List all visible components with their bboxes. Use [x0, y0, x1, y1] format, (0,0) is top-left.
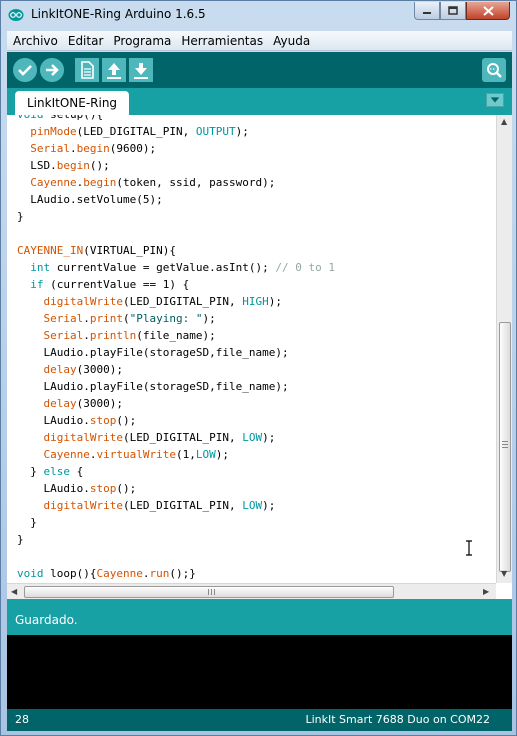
tab-menu-dropdown-icon[interactable] — [486, 93, 504, 107]
code-line[interactable]: Serial.print("Playing: "); — [17, 310, 335, 327]
scroll-left-icon[interactable]: ◀ — [11, 587, 17, 596]
toolbar — [7, 52, 512, 88]
code-line[interactable]: LAudio.stop(); — [17, 412, 335, 429]
scroll-up-icon[interactable]: ▲ — [501, 117, 507, 126]
minimize-button[interactable] — [414, 2, 440, 20]
code-line[interactable]: LAudio.playFile(storageSD,file_name); — [17, 344, 335, 361]
open-icon[interactable] — [102, 58, 126, 82]
close-button[interactable] — [466, 2, 510, 20]
code-line[interactable]: digitalWrite(LED_DIGITAL_PIN, LOW); — [17, 429, 335, 446]
footer-bar: 28 LinkIt Smart 7688 Duo on COM22 — [7, 709, 512, 731]
code-line[interactable]: void loop(){Cayenne.run();} — [17, 565, 335, 582]
code-line[interactable] — [17, 548, 335, 565]
vertical-scrollbar[interactable]: ▲ ▼ — [496, 115, 512, 583]
tab-bar: LinkItONE-Ring — [7, 88, 512, 115]
code-line[interactable]: LAudio.setVolume(5); — [17, 191, 335, 208]
code-line[interactable] — [17, 225, 335, 242]
menu-herramientas[interactable]: Herramientas — [175, 31, 267, 50]
menu-ayuda[interactable]: Ayuda — [267, 31, 314, 50]
code-line[interactable]: delay(3000); — [17, 395, 335, 412]
code-line[interactable]: } else { — [17, 463, 335, 480]
line-number: 28 — [15, 713, 29, 726]
close-icon — [482, 5, 494, 16]
code-line[interactable]: Cayenne.virtualWrite(1,LOW); — [17, 446, 335, 463]
scroll-down-icon[interactable]: ▼ — [501, 569, 507, 578]
code-area[interactable]: void setup(){ pinMode(LED_DIGITAL_PIN, O… — [17, 115, 335, 582]
code-line[interactable]: LAudio.stop(); — [17, 480, 335, 497]
code-line[interactable]: } — [17, 208, 335, 225]
text-cursor-icon — [466, 540, 472, 556]
code-line[interactable]: digitalWrite(LED_DIGITAL_PIN, LOW); — [17, 497, 335, 514]
status-message: Guardado. — [15, 613, 78, 627]
verify-icon[interactable] — [13, 58, 37, 82]
status-bar: Guardado. — [7, 603, 512, 635]
window-frame: LinkItONE-Ring Arduino 1.6.5 Archivo Edi… — [0, 0, 517, 736]
menu-programa[interactable]: Programa — [107, 31, 175, 50]
code-line[interactable]: if (currentValue == 1) { — [17, 276, 335, 293]
window-controls — [414, 2, 510, 20]
code-line[interactable]: LSD.begin(); — [17, 157, 335, 174]
code-line[interactable]: Serial.println(file_name); — [17, 327, 335, 344]
code-line[interactable]: digitalWrite(LED_DIGITAL_PIN, HIGH); — [17, 293, 335, 310]
scroll-right-icon[interactable]: ▶ — [483, 587, 489, 596]
tab-linkitone-ring[interactable]: LinkItONE-Ring — [15, 91, 130, 115]
minimize-icon — [423, 11, 431, 14]
board-info: LinkIt Smart 7688 Duo on COM22 — [305, 713, 490, 726]
horizontal-scroll-thumb[interactable] — [24, 586, 394, 598]
title-bar: LinkItONE-Ring Arduino 1.6.5 — [1, 1, 516, 29]
serial-monitor-icon[interactable] — [482, 58, 506, 82]
maximize-button[interactable] — [440, 2, 466, 20]
maximize-icon — [448, 6, 458, 15]
code-line[interactable]: int currentValue = getValue.asInt(); // … — [17, 259, 335, 276]
code-line[interactable]: Cayenne.begin(token, ssid, password); — [17, 174, 335, 191]
console-output[interactable] — [7, 635, 512, 709]
code-line[interactable]: pinMode(LED_DIGITAL_PIN, OUTPUT); — [17, 123, 335, 140]
vertical-scroll-thumb[interactable] — [499, 322, 511, 572]
menu-editar[interactable]: Editar — [62, 31, 108, 50]
horizontal-scrollbar[interactable]: ◀ ▶ — [7, 583, 496, 599]
code-line[interactable]: LAudio.playFile(storageSD,file_name); — [17, 378, 335, 395]
code-line[interactable]: CAYENNE_IN(VIRTUAL_PIN){ — [17, 242, 335, 259]
code-line[interactable]: delay(3000); — [17, 361, 335, 378]
code-editor[interactable]: void setup(){ pinMode(LED_DIGITAL_PIN, O… — [7, 115, 512, 599]
code-line[interactable]: } — [17, 531, 335, 548]
window-title: LinkItONE-Ring Arduino 1.6.5 — [31, 7, 206, 21]
arduino-app-icon — [8, 9, 24, 21]
upload-icon[interactable] — [40, 58, 64, 82]
new-icon[interactable] — [75, 58, 99, 82]
menu-archivo[interactable]: Archivo — [7, 31, 62, 50]
code-line[interactable]: Serial.begin(9600); — [17, 140, 335, 157]
code-line[interactable]: void setup(){ — [17, 115, 335, 123]
code-line[interactable]: } — [17, 514, 335, 531]
menu-bar: Archivo Editar Programa Herramientas Ayu… — [7, 31, 512, 51]
save-icon[interactable] — [129, 58, 153, 82]
